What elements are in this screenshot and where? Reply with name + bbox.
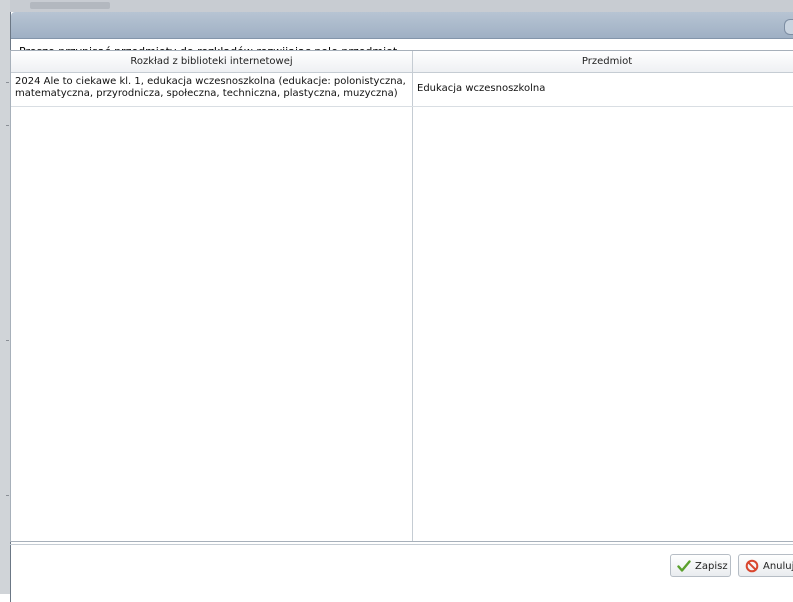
column-header-przedmiot[interactable]: Przedmiot	[413, 51, 793, 72]
column-header-rozklad[interactable]: Rozkład z biblioteki internetowej	[11, 51, 413, 72]
save-button-label: Zapisz	[695, 561, 728, 572]
background-tick	[6, 125, 9, 126]
dialog-titlebar[interactable]	[11, 12, 793, 39]
przedmiot-dropdown[interactable]: Edukacja wczesnoszkolna ▼	[417, 72, 793, 106]
column-divider	[412, 72, 413, 541]
background-tick	[6, 340, 9, 341]
assignment-grid: Rozkład z biblioteki internetowej Przedm…	[10, 50, 793, 542]
grid-header: Rozkład z biblioteki internetowej Przedm…	[11, 51, 793, 73]
checkmark-icon	[677, 560, 691, 572]
table-row[interactable]: 2024 Ale to ciekawe kl. 1, edukacja wcze…	[11, 72, 793, 107]
save-button[interactable]: Zapisz	[670, 554, 731, 577]
background-title-ghost	[30, 2, 110, 9]
rozklad-cell: 2024 Ale to ciekawe kl. 1, edukacja wcze…	[15, 76, 406, 99]
titlebar-control[interactable]	[784, 19, 793, 35]
background-tick	[6, 495, 9, 496]
footer-separator	[10, 544, 793, 545]
cancel-button-label: Anuluj	[763, 561, 793, 572]
przedmiot-value: Edukacja wczesnoszkolna	[417, 83, 546, 94]
forbidden-icon	[745, 559, 759, 573]
cancel-button[interactable]: Anuluj	[738, 554, 793, 577]
background-window-edge	[0, 0, 10, 594]
background-window-top	[0, 0, 793, 12]
background-tick	[6, 82, 9, 83]
